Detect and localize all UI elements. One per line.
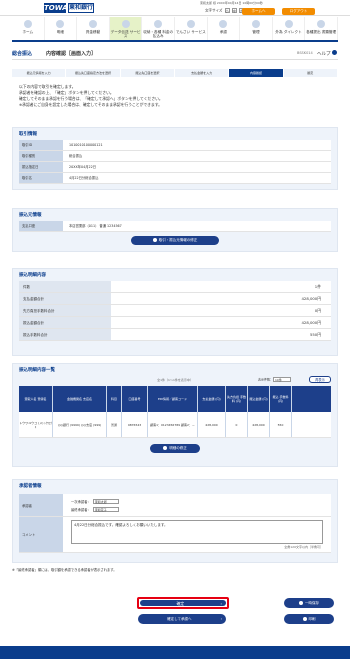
data-transmission-icon xyxy=(121,20,130,28)
section-title: 振込明細内容一覧 xyxy=(19,368,55,373)
nav-approval[interactable]: 承認 xyxy=(208,17,241,40)
step-1: 振込元情報を入力 xyxy=(12,69,66,77)
chevron-right-icon: › xyxy=(220,601,222,606)
page-code: BSSK014 xyxy=(297,51,313,55)
table-row: 取引ID 101001010000012​1 xyxy=(19,140,331,151)
intro-text: 以下の内容で取引を確定します。 承認者を確認の上、「確定」ボタンを押してください… xyxy=(19,84,163,107)
section-title: 振込元情報 xyxy=(19,213,42,218)
nav-forex[interactable]: 外為 ダイレクト xyxy=(273,17,306,40)
comment-textarea[interactable]: 4月22日分総合振込です。確認よろしくお願いいたします。 xyxy=(71,520,323,544)
approver-note: ※「最終承認者」欄には、取引額を承認できる承認者が表示されます。 xyxy=(12,568,117,572)
bank-logo[interactable]: TOWA xyxy=(44,3,68,13)
font-size-medium-button[interactable]: 中 xyxy=(231,8,237,13)
nav-payment[interactable]: 収納・各種 料金の払込み xyxy=(142,17,175,40)
print-button[interactable]: 印刷 xyxy=(284,614,334,624)
help-icon xyxy=(331,50,337,55)
confirm-button[interactable]: 確定 › xyxy=(137,597,229,609)
home-button[interactable]: ホームへ xyxy=(242,8,275,15)
section-title: 取引情報 xyxy=(19,132,37,137)
summary-row: 振込金額合計 428,000円 xyxy=(19,317,331,329)
nav-management[interactable]: 管理 xyxy=(240,17,273,40)
per-page-select[interactable]: 10件 xyxy=(273,377,291,382)
step-indicator: 振込元情報を入力 振込先口座指定方法を選択 振込先口座を選択 支払金額を入力 内… xyxy=(12,69,338,77)
nav-densai[interactable]: でんさい サービス xyxy=(175,17,208,40)
table-row: 取引種別 総合振込 xyxy=(19,151,331,162)
page-title-main: 総合振込 xyxy=(12,51,33,57)
final-approver-select[interactable]: 東和花子 xyxy=(92,506,119,512)
confirm-and-approve-button[interactable]: 確定して承認へ › xyxy=(138,614,226,624)
payment-icon xyxy=(154,20,163,28)
detail-list-section: 振込明細内容一覧 全1件（1～1件を表示中） 表示件数： 10件 再表示 受取人名… xyxy=(12,363,338,467)
step-4: 支払金額を入力 xyxy=(174,69,229,77)
nav-transfer[interactable]: 資金移動 xyxy=(77,17,110,40)
first-approver-select[interactable]: 東和太郎 xyxy=(92,498,119,504)
table-row: 振込指定日 20XX年04月22日 xyxy=(19,162,331,173)
step-3: 振込先口座を選択 xyxy=(120,69,174,77)
help-link[interactable]: ヘルプ xyxy=(317,50,337,57)
nav-data-transmission[interactable]: データ伝送 サービス xyxy=(109,17,143,40)
redisplay-button[interactable]: 再表示 xyxy=(309,376,331,383)
section-title: 承認者情報 xyxy=(19,484,42,489)
edit-transaction-source-button[interactable]: 取引・振込元情報の修正 xyxy=(131,236,219,245)
page-title-bar: 総合振込 内容確認［画面入力］ BSSK014 ヘルプ xyxy=(12,47,338,60)
documents-icon xyxy=(317,20,326,28)
font-size-label: 文字サイズ xyxy=(205,8,223,13)
nav-home[interactable]: ホーム xyxy=(12,17,45,40)
summary-section: 振込明細内容 件数 1件 支払金額合計 428,000円 先方負担手数料合計 0円 振… xyxy=(12,268,338,356)
per-page-control: 表示件数： 10件 xyxy=(258,377,291,382)
step-5-current: 内容確認 xyxy=(229,69,283,77)
forex-icon xyxy=(284,20,293,28)
footer xyxy=(0,646,350,659)
section-title: 振込明細内容 xyxy=(19,273,46,278)
global-nav: ホーム 明細 資金移動 データ伝送 サービス 収納・各種 料金の払込み でんさい… xyxy=(12,17,338,42)
approval-icon xyxy=(219,20,228,28)
step-2: 振込先口座指定方法を選択 xyxy=(66,69,120,77)
action-area: 確定 › 確定して承認へ › 一時保存 印刷 xyxy=(12,593,338,629)
upload-icon xyxy=(299,601,303,605)
page-title-sub: 内容確認［画面入力］ xyxy=(46,51,97,57)
table-row: トウワユウコ (メ) ﾄｳﾜﾕｳｺ ◎◎銀行 (9999) ◎◎支店 (999)… xyxy=(19,412,331,438)
transaction-info-section: 取引情報 取引ID 101001010000012​1 取引種別 総合振込 振込指定… xyxy=(12,127,338,190)
transfer-icon xyxy=(88,20,97,28)
step-6: 確定 xyxy=(283,69,337,77)
table-header: 受取人名 登録名 金融機関名 支店名 科目 口座番号 EDI情報／顧客コード 支… xyxy=(19,386,331,412)
source-info-section: 振込元情報 支払口座 本店営業部（011） 普通 1234567 取引・振込元情報… xyxy=(12,208,338,252)
edit-detail-button[interactable]: 明細の修正 xyxy=(150,444,200,453)
pencil-icon xyxy=(152,238,157,242)
chevron-right-icon: › xyxy=(220,617,222,621)
summary-row: 振込手数料合計 550円 xyxy=(19,329,331,341)
statement-icon xyxy=(56,20,65,28)
detail-table: 受取人名 登録名 金融機関名 支店名 科目 口座番号 EDI情報／顧客コード 支… xyxy=(19,386,331,438)
font-size-small-button[interactable]: 小 xyxy=(224,8,230,13)
summary-row: 件数 1件 xyxy=(19,281,331,293)
densai-icon xyxy=(186,20,195,28)
save-temp-button[interactable]: 一時保存 xyxy=(284,598,334,608)
printer-icon xyxy=(302,617,307,621)
user-info: 東和太郎 様 20XX年04月14日 10時00分00秒 xyxy=(200,1,263,5)
comment-char-limit: 全角120文字以内［半角可］ xyxy=(284,545,323,549)
home-icon xyxy=(23,20,32,28)
summary-row: 支払金額合計 428,000円 xyxy=(19,293,331,305)
nav-documents[interactable]: 各種提出 書類管理 xyxy=(305,17,338,40)
management-icon xyxy=(251,20,260,28)
logout-button[interactable]: ログアウト xyxy=(282,8,315,15)
font-size-control: 文字サイズ 小 中 大 xyxy=(205,8,244,14)
approver-section: 承認者情報 承認者 一次承認者： 東和太郎 最終承認者： 東和花子 コメント 4月2… xyxy=(12,479,338,563)
pencil-icon xyxy=(163,446,168,450)
approver-row: 承認者 一次承認者： 東和太郎 最終承認者： 東和花子 xyxy=(19,494,331,517)
comment-row: コメント 4月22日分総合振込です。確認よろしくお願いいたします。 全角120文… xyxy=(19,517,331,553)
nav-statements[interactable]: 明細 xyxy=(45,17,78,40)
header: TOWA 東和銀行 東和太郎 様 20XX年04月14日 10時00分00秒 文… xyxy=(0,0,350,16)
bank-name: 東和銀行 xyxy=(68,3,94,13)
table-row: 支払口座 本店営業部（011） 普通 1234567 xyxy=(19,221,331,232)
summary-row: 先方負担手数料合計 0円 xyxy=(19,305,331,317)
table-row: 取引名 4月22日分総合振込 xyxy=(19,173,331,184)
